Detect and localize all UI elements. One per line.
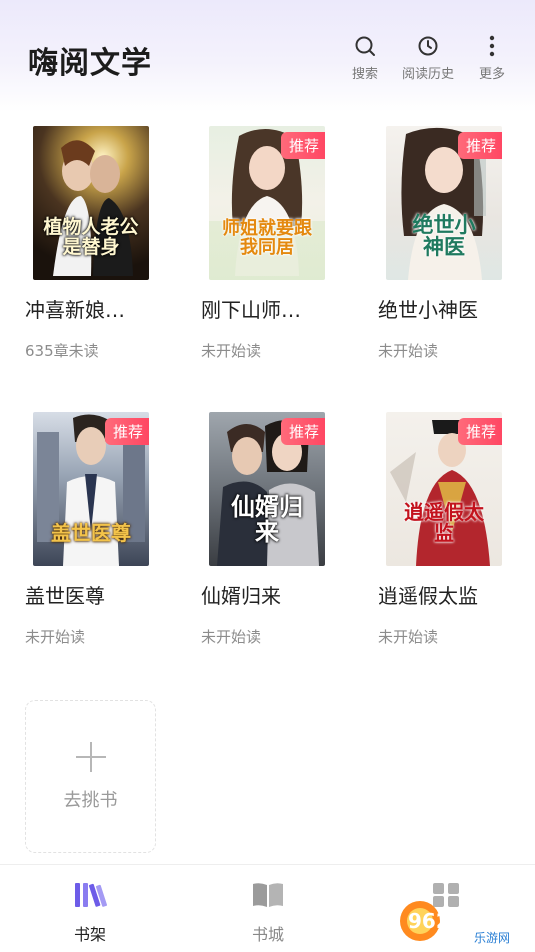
bookshelf-icon <box>73 881 107 913</box>
book-status: 未开始读 <box>25 628 86 646</box>
book-title: 仙婿归来 <box>201 584 281 608</box>
cover-title: 盖世医尊 <box>51 521 131 545</box>
book-cover[interactable]: 推荐 绝世小神医 <box>386 126 502 280</box>
watermark-text: 962.NET <box>408 909 502 933</box>
search-button[interactable]: 搜索 <box>333 34 397 84</box>
app-title: 嗨阅文学 <box>28 46 152 81</box>
tab-bookstore[interactable]: 书城 <box>218 881 318 945</box>
book-item[interactable]: 推荐 绝世小神医 绝世小神医 未开始读 <box>378 126 528 386</box>
book-status: 未开始读 <box>378 342 439 360</box>
book-status: 未开始读 <box>201 628 262 646</box>
tab-bookshelf[interactable]: 书架 <box>40 881 140 945</box>
more-vertical-icon <box>480 34 504 58</box>
header: 嗨阅文学 搜索 阅读历史 更多 <box>0 0 535 112</box>
book-item[interactable]: 推荐 逍遥假太监 逍遥假太监 未开始读 <box>378 412 528 672</box>
book-title: 盖世医尊 <box>25 584 105 608</box>
cover-title: 师姐就要跟我同居 <box>222 218 312 259</box>
book-cover[interactable]: 推荐 仙婿归来 <box>209 412 325 566</box>
book-item[interactable]: 推荐 师姐就要跟我同居 刚下山师… 未开始读 <box>201 126 351 386</box>
add-book-label: 去挑书 <box>63 789 118 811</box>
history-button[interactable]: 阅读历史 <box>396 34 460 84</box>
book-title: 冲喜新娘… <box>25 298 125 322</box>
book-item[interactable]: 推荐 盖世医尊 盖世医尊 未开始读 <box>25 412 175 672</box>
book-item[interactable]: 植物人老公是替身 冲喜新娘… 635章未读 <box>25 126 175 386</box>
add-book-card[interactable]: 去挑书 <box>25 700 156 853</box>
book-title: 刚下山师… <box>201 298 301 322</box>
book-item[interactable]: 推荐 仙婿归来 仙婿归来 未开始读 <box>201 412 351 672</box>
search-label: 搜索 <box>351 67 378 82</box>
cover-title: 植物人老公是替身 <box>43 216 139 259</box>
recommend-badge: 推荐 <box>457 418 502 445</box>
tab-bookshelf-label: 书架 <box>73 925 106 944</box>
book-title: 逍遥假太监 <box>378 584 478 608</box>
book-cover[interactable]: 推荐 逍遥假太监 <box>386 412 502 566</box>
book-cover[interactable]: 推荐 盖世医尊 <box>33 412 149 566</box>
search-icon <box>353 34 377 58</box>
recommend-badge: 推荐 <box>457 132 502 159</box>
watermark-subtext: 乐游网 <box>474 931 510 945</box>
clock-icon <box>416 34 440 58</box>
recommend-badge: 推荐 <box>280 132 325 159</box>
book-cover[interactable]: 植物人老公是替身 <box>33 126 149 280</box>
cover-title: 绝世小神医 <box>412 211 476 259</box>
watermark-logo: 962.NET 乐游网 <box>398 894 533 948</box>
tab-bookstore-label: 书城 <box>251 925 284 944</box>
book-status: 未开始读 <box>378 628 439 646</box>
book-cover[interactable]: 推荐 师姐就要跟我同居 <box>209 126 325 280</box>
open-book-icon <box>251 881 285 913</box>
more-button[interactable]: 更多 <box>460 34 524 84</box>
plus-icon <box>75 741 106 772</box>
cover-title: 仙婿归来 <box>231 491 303 546</box>
recommend-badge: 推荐 <box>104 418 149 445</box>
book-status: 635章未读 <box>25 342 99 360</box>
cover-title: 逍遥假太监 <box>404 500 484 545</box>
book-status: 未开始读 <box>201 342 262 360</box>
recommend-badge: 推荐 <box>280 418 325 445</box>
more-label: 更多 <box>478 67 505 82</box>
book-title: 绝世小神医 <box>378 298 478 322</box>
history-label: 阅读历史 <box>401 67 454 82</box>
